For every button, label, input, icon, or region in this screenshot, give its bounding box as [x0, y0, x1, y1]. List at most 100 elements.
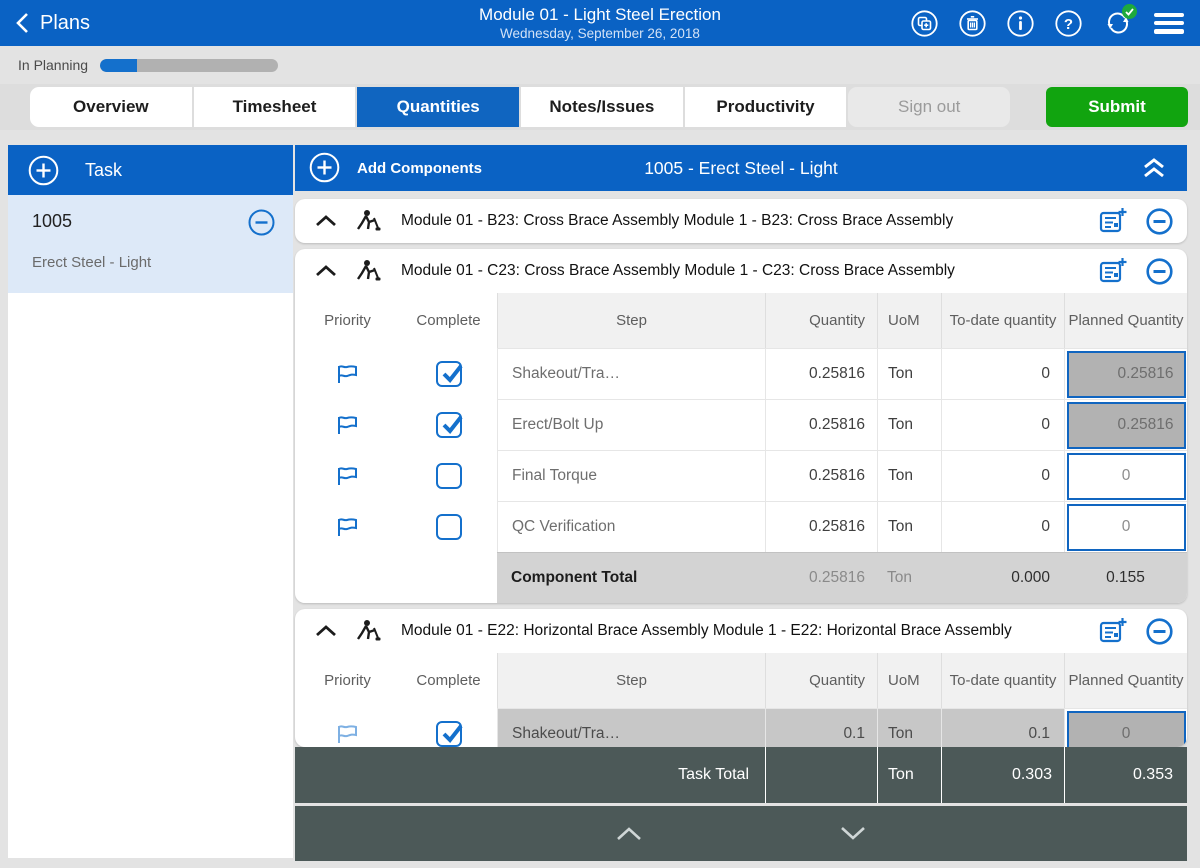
step-name: Shakeout/Tra… [497, 348, 765, 399]
col-todate: To-date quantity [941, 653, 1064, 708]
tab-sign-out[interactable]: Sign out [848, 87, 1010, 127]
col-uom: UoM [877, 293, 941, 348]
duplicate-icon[interactable] [911, 10, 938, 37]
task-name: Erect Steel - Light [32, 254, 273, 271]
complete-checkbox-unchecked[interactable] [436, 463, 462, 489]
sync-success-badge [1122, 4, 1137, 19]
col-quantity: Quantity [765, 293, 877, 348]
col-planned: Planned Quantity [1064, 653, 1187, 708]
priority-flag-icon[interactable] [335, 362, 361, 386]
scroll-nav-bar [295, 806, 1187, 861]
step-quantity: 0.25816 [765, 399, 877, 450]
collapse-component-icon[interactable] [315, 625, 337, 637]
step-name: Shakeout/Tra… [497, 708, 765, 747]
add-components-button[interactable] [309, 152, 340, 183]
complete-checkbox-checked[interactable] [436, 412, 462, 438]
task-total-planned: 0.353 [1064, 747, 1187, 803]
tab-bar: Overview Timesheet Quantities Notes/Issu… [0, 84, 1200, 130]
step-todate: 0 [941, 501, 1064, 552]
components-panel-title: 1005 - Erect Steel - Light [495, 145, 987, 191]
priority-flag-icon[interactable] [335, 413, 361, 437]
step-uom: Ton [877, 501, 941, 552]
collapse-component-icon[interactable] [315, 265, 337, 277]
add-components-label[interactable]: Add Components [357, 145, 482, 191]
component-total-label: Component Total [497, 552, 765, 603]
info-icon[interactable] [1007, 10, 1034, 37]
scroll-up-button[interactable] [599, 814, 659, 854]
step-todate: 0 [941, 348, 1064, 399]
complete-checkbox-unchecked[interactable] [436, 514, 462, 540]
remove-task-button[interactable] [248, 209, 275, 236]
component-header[interactable]: Module 01 - E22: Horizontal Brace Assemb… [295, 609, 1187, 653]
component-header[interactable]: Module 01 - C23: Cross Brace Assembly Mo… [295, 249, 1187, 293]
step-uom: Ton [877, 708, 941, 747]
remove-component-button[interactable] [1146, 208, 1173, 235]
worker-icon [355, 619, 381, 643]
delete-icon[interactable] [959, 10, 986, 37]
component-header[interactable]: Module 01 - B23: Cross Brace Assembly Mo… [295, 199, 1187, 243]
add-note-icon[interactable] [1098, 617, 1128, 645]
step-name: Final Torque [497, 450, 765, 501]
status-progress-bar [100, 59, 278, 72]
task-id: 1005 [32, 211, 273, 232]
add-note-icon[interactable] [1098, 257, 1128, 285]
task-list-item[interactable]: 1005 Erect Steel - Light [8, 195, 293, 293]
planned-quantity-input[interactable]: 0 [1067, 453, 1186, 500]
status-label: In Planning [18, 57, 88, 73]
col-step: Step [497, 653, 765, 708]
tab-productivity[interactable]: Productivity [685, 87, 847, 127]
step-row: QC Verification 0.25816 Ton 0 0 [295, 501, 1187, 552]
planned-quantity-input[interactable]: 0 [1067, 504, 1186, 551]
components-panel-header: Add Components 1005 - Erect Steel - Ligh… [295, 145, 1187, 191]
complete-checkbox-checked[interactable] [436, 361, 462, 387]
tab-quantities[interactable]: Quantities [357, 87, 519, 127]
col-planned: Planned Quantity [1064, 293, 1187, 348]
remove-component-button[interactable] [1146, 618, 1173, 645]
top-app-bar: Plans Module 01 - Light Steel Erection W… [0, 0, 1200, 46]
priority-flag-icon[interactable] [335, 464, 361, 488]
collapse-all-icon[interactable] [1141, 156, 1167, 180]
remove-component-button[interactable] [1146, 258, 1173, 285]
page-date: Wednesday, September 26, 2018 [300, 25, 900, 42]
scroll-down-button[interactable] [823, 814, 883, 854]
help-icon[interactable]: ? [1055, 10, 1082, 37]
component-total-todate: 0.000 [941, 552, 1064, 603]
back-button[interactable]: Plans [16, 0, 90, 46]
complete-checkbox-checked[interactable] [436, 721, 462, 747]
menu-icon[interactable] [1154, 13, 1184, 34]
planned-quantity-input: 0.25816 [1067, 351, 1186, 398]
step-name: QC Verification [497, 501, 765, 552]
col-priority: Priority [295, 653, 400, 708]
page-title: Module 01 - Light Steel Erection [300, 4, 900, 25]
worker-icon [355, 259, 381, 283]
step-row: Erect/Bolt Up 0.25816 Ton 0 0.25816 [295, 399, 1187, 450]
add-task-button[interactable] [28, 155, 59, 186]
submit-button[interactable]: Submit [1046, 87, 1188, 127]
task-total-todate: 0.303 [941, 747, 1064, 803]
tab-timesheet[interactable]: Timesheet [194, 87, 356, 127]
back-label: Plans [40, 12, 90, 35]
back-chevron-icon [16, 12, 29, 34]
priority-flag-icon[interactable] [335, 515, 361, 539]
page-title-block: Module 01 - Light Steel Erection Wednesd… [300, 0, 900, 46]
step-quantity: 0.25816 [765, 501, 877, 552]
step-uom: Ton [877, 450, 941, 501]
priority-flag-icon[interactable] [335, 722, 361, 746]
col-uom: UoM [877, 653, 941, 708]
tab-notes-issues[interactable]: Notes/Issues [521, 87, 683, 127]
step-name: Erect/Bolt Up [497, 399, 765, 450]
step-row: Shakeout/Tra… 0.25816 Ton 0 0.25816 [295, 348, 1187, 399]
component-total-uom: Ton [877, 552, 941, 603]
task-total-bar: Task Total Ton 0.303 0.353 [295, 747, 1187, 803]
status-row: In Planning [0, 46, 1200, 84]
status-progress-fill [100, 59, 137, 72]
step-quantity: 0.25816 [765, 450, 877, 501]
component-card-b23: Module 01 - B23: Cross Brace Assembly Mo… [295, 199, 1187, 243]
sync-icon[interactable] [1103, 8, 1133, 38]
component-total-row: Component Total 0.25816 Ton 0.000 0.155 [295, 552, 1187, 603]
add-note-icon[interactable] [1098, 207, 1128, 235]
worker-icon [355, 209, 381, 233]
step-todate: 0.1 [941, 708, 1064, 747]
collapse-component-icon[interactable] [315, 215, 337, 227]
tab-overview[interactable]: Overview [30, 87, 192, 127]
